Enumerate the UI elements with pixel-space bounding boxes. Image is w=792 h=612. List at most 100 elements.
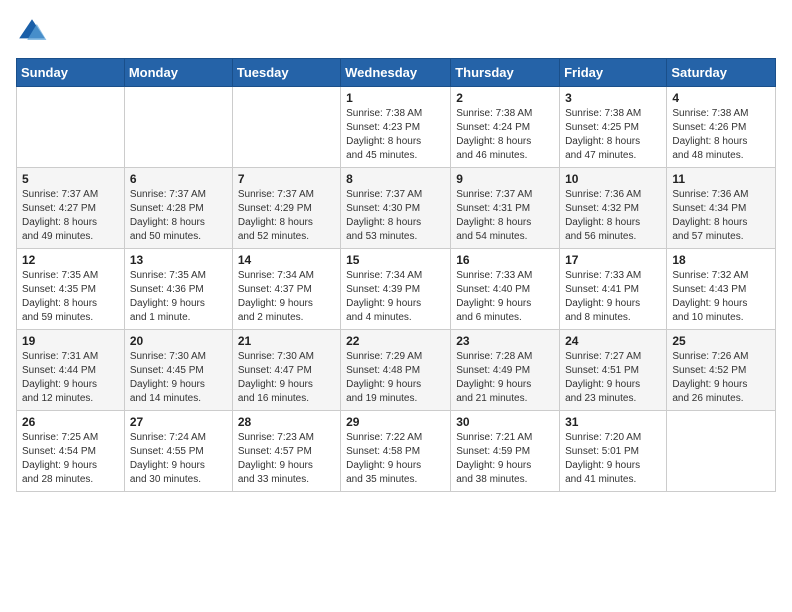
weekday-header-thursday: Thursday [451,59,560,87]
calendar-cell [667,411,776,492]
calendar-cell: 5 Sunrise: 7:37 AM Sunset: 4:27 PM Daylig… [17,168,125,249]
day-number: 21 [238,334,335,348]
day-number: 11 [672,172,770,186]
day-number: 24 [565,334,661,348]
day-number: 19 [22,334,119,348]
day-number: 9 [456,172,554,186]
day-info: Sunrise: 7:37 AM Sunset: 4:31 PM Dayligh… [456,188,554,244]
week-row-2: 5 Sunrise: 7:37 AM Sunset: 4:27 PM Daylig… [17,168,776,249]
day-number: 23 [456,334,554,348]
day-number: 28 [238,415,335,429]
calendar-cell: 13 Sunrise: 7:35 AM Sunset: 4:36 PM Dayli… [124,249,232,330]
day-number: 18 [672,253,770,267]
day-info: Sunrise: 7:26 AM Sunset: 4:52 PM Dayligh… [672,350,770,406]
weekday-header-sunday: Sunday [17,59,125,87]
day-info: Sunrise: 7:37 AM Sunset: 4:27 PM Dayligh… [22,188,119,244]
week-row-4: 19Sunrise: 7:31 AM Sunset: 4:44 PM Dayli… [17,330,776,411]
day-info: Sunrise: 7:30 AM Sunset: 4:45 PM Dayligh… [130,350,227,406]
day-info: Sunrise: 7:38 AM Sunset: 4:24 PM Dayligh… [456,107,554,163]
day-info: Sunrise: 7:36 AM Sunset: 4:32 PM Dayligh… [565,188,661,244]
day-number: 6 [130,172,227,186]
day-info: Sunrise: 7:38 AM Sunset: 4:23 PM Dayligh… [346,107,445,163]
day-number: 12 [22,253,119,267]
day-info: Sunrise: 7:32 AM Sunset: 4:43 PM Dayligh… [672,269,770,325]
day-number: 31 [565,415,661,429]
day-info: Sunrise: 7:35 AM Sunset: 4:36 PM Dayligh… [130,269,227,325]
day-number: 10 [565,172,661,186]
day-info: Sunrise: 7:33 AM Sunset: 4:41 PM Dayligh… [565,269,661,325]
calendar-cell: 12 Sunrise: 7:35 AM Sunset: 4:35 PM Dayli… [17,249,125,330]
day-number: 27 [130,415,227,429]
weekday-header-row: SundayMondayTuesdayWednesdayThursdayFrid… [17,59,776,87]
day-info: Sunrise: 7:25 AM Sunset: 4:54 PM Dayligh… [22,431,119,487]
calendar-cell: 6 Sunrise: 7:37 AM Sunset: 4:28 PM Daylig… [124,168,232,249]
day-info: Sunrise: 7:28 AM Sunset: 4:49 PM Dayligh… [456,350,554,406]
day-number: 14 [238,253,335,267]
day-info: Sunrise: 7:35 AM Sunset: 4:35 PM Dayligh… [22,269,119,325]
calendar-cell: 15Sunrise: 7:34 AM Sunset: 4:39 PM Dayli… [341,249,451,330]
day-info: Sunrise: 7:29 AM Sunset: 4:48 PM Dayligh… [346,350,445,406]
day-number: 1 [346,91,445,105]
week-row-1: 1 Sunrise: 7:38 AM Sunset: 4:23 PM Daylig… [17,87,776,168]
week-row-5: 26 Sunrise: 7:25 AM Sunset: 4:54 PM Dayli… [17,411,776,492]
day-number: 7 [238,172,335,186]
day-number: 8 [346,172,445,186]
calendar-cell: 20 Sunrise: 7:30 AM Sunset: 4:45 PM Dayli… [124,330,232,411]
day-number: 20 [130,334,227,348]
calendar-cell: 8Sunrise: 7:37 AM Sunset: 4:30 PM Daylig… [341,168,451,249]
week-row-3: 12 Sunrise: 7:35 AM Sunset: 4:35 PM Dayli… [17,249,776,330]
day-info: Sunrise: 7:33 AM Sunset: 4:40 PM Dayligh… [456,269,554,325]
calendar-cell: 18 Sunrise: 7:32 AM Sunset: 4:43 PM Dayli… [667,249,776,330]
calendar-cell: 14 Sunrise: 7:34 AM Sunset: 4:37 PM Dayli… [232,249,340,330]
calendar-cell [124,87,232,168]
weekday-header-friday: Friday [560,59,667,87]
day-info: Sunrise: 7:20 AM Sunset: 5:01 PM Dayligh… [565,431,661,487]
calendar-cell: 23 Sunrise: 7:28 AM Sunset: 4:49 PM Dayli… [451,330,560,411]
calendar-cell: 11Sunrise: 7:36 AM Sunset: 4:34 PM Dayli… [667,168,776,249]
day-info: Sunrise: 7:38 AM Sunset: 4:25 PM Dayligh… [565,107,661,163]
calendar-cell: 21 Sunrise: 7:30 AM Sunset: 4:47 PM Dayli… [232,330,340,411]
day-number: 15 [346,253,445,267]
calendar-cell [232,87,340,168]
day-info: Sunrise: 7:27 AM Sunset: 4:51 PM Dayligh… [565,350,661,406]
calendar-cell: 17 Sunrise: 7:33 AM Sunset: 4:41 PM Dayli… [560,249,667,330]
calendar-cell: 7Sunrise: 7:37 AM Sunset: 4:29 PM Daylig… [232,168,340,249]
weekday-header-wednesday: Wednesday [341,59,451,87]
logo-icon [16,16,48,48]
calendar-cell [17,87,125,168]
calendar-cell: 4 Sunrise: 7:38 AM Sunset: 4:26 PM Daylig… [667,87,776,168]
day-info: Sunrise: 7:38 AM Sunset: 4:26 PM Dayligh… [672,107,770,163]
calendar-cell: 2Sunrise: 7:38 AM Sunset: 4:24 PM Daylig… [451,87,560,168]
day-number: 30 [456,415,554,429]
day-info: Sunrise: 7:22 AM Sunset: 4:58 PM Dayligh… [346,431,445,487]
calendar-cell: 27 Sunrise: 7:24 AM Sunset: 4:55 PM Dayli… [124,411,232,492]
day-info: Sunrise: 7:24 AM Sunset: 4:55 PM Dayligh… [130,431,227,487]
calendar-cell: 10 Sunrise: 7:36 AM Sunset: 4:32 PM Dayli… [560,168,667,249]
day-info: Sunrise: 7:34 AM Sunset: 4:37 PM Dayligh… [238,269,335,325]
calendar-cell: 26 Sunrise: 7:25 AM Sunset: 4:54 PM Dayli… [17,411,125,492]
calendar-cell: 28 Sunrise: 7:23 AM Sunset: 4:57 PM Dayli… [232,411,340,492]
weekday-header-saturday: Saturday [667,59,776,87]
calendar-cell: 31 Sunrise: 7:20 AM Sunset: 5:01 PM Dayli… [560,411,667,492]
weekday-header-monday: Monday [124,59,232,87]
day-number: 22 [346,334,445,348]
calendar-cell: 24 Sunrise: 7:27 AM Sunset: 4:51 PM Dayli… [560,330,667,411]
day-info: Sunrise: 7:23 AM Sunset: 4:57 PM Dayligh… [238,431,335,487]
calendar-cell: 29 Sunrise: 7:22 AM Sunset: 4:58 PM Dayli… [341,411,451,492]
day-number: 29 [346,415,445,429]
calendar-cell: 30Sunrise: 7:21 AM Sunset: 4:59 PM Dayli… [451,411,560,492]
logo [16,16,52,48]
calendar-cell: 1 Sunrise: 7:38 AM Sunset: 4:23 PM Daylig… [341,87,451,168]
day-info: Sunrise: 7:37 AM Sunset: 4:28 PM Dayligh… [130,188,227,244]
calendar-cell: 22 Sunrise: 7:29 AM Sunset: 4:48 PM Dayli… [341,330,451,411]
day-info: Sunrise: 7:30 AM Sunset: 4:47 PM Dayligh… [238,350,335,406]
calendar-cell: 9 Sunrise: 7:37 AM Sunset: 4:31 PM Daylig… [451,168,560,249]
day-number: 25 [672,334,770,348]
day-number: 26 [22,415,119,429]
day-number: 3 [565,91,661,105]
day-number: 17 [565,253,661,267]
calendar-cell: 3 Sunrise: 7:38 AM Sunset: 4:25 PM Daylig… [560,87,667,168]
day-number: 13 [130,253,227,267]
day-number: 5 [22,172,119,186]
day-number: 4 [672,91,770,105]
